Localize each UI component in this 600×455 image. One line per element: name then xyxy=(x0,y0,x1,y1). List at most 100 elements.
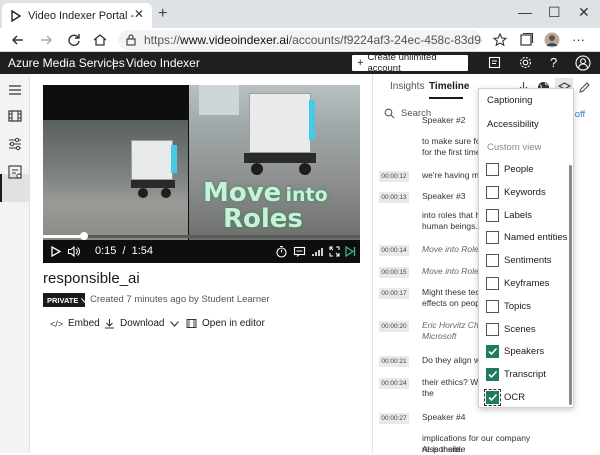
option-label[interactable]: Speakers xyxy=(504,346,544,357)
play-icon[interactable] xyxy=(49,245,62,258)
progress-track[interactable] xyxy=(43,235,360,238)
collections-icon[interactable] xyxy=(518,32,534,48)
embed-button[interactable]: </> Embed xyxy=(50,318,100,329)
timeline-timestamp[interactable]: 00:00:13 xyxy=(379,192,409,203)
chevron-down-icon xyxy=(81,297,89,303)
privacy-dropdown[interactable]: PRIVATE xyxy=(43,293,89,307)
robot-base xyxy=(131,180,175,188)
hamburger-menu-icon[interactable] xyxy=(7,82,23,98)
wheel xyxy=(299,163,311,175)
maximize-icon[interactable]: ☐ xyxy=(548,4,561,21)
browser-tab-bar: Video Indexer Portal - Cognitive ✕ + — ☐… xyxy=(0,0,600,28)
address-bar[interactable]: https://www.videoindexer.ai/accounts/f92… xyxy=(118,30,482,50)
time-separator: / xyxy=(122,245,126,257)
minimize-icon[interactable]: — xyxy=(518,4,532,20)
checkbox-ocr[interactable] xyxy=(484,389,501,406)
option-label[interactable]: Transcript xyxy=(504,369,546,380)
fullscreen-icon[interactable] xyxy=(328,245,341,258)
refresh-icon[interactable] xyxy=(66,32,82,48)
checkbox-keyframes[interactable] xyxy=(486,277,499,290)
captions-icon[interactable] xyxy=(293,245,306,258)
option-label[interactable]: Sentiments xyxy=(504,255,552,266)
video-overlay-text: Move into Roles xyxy=(203,180,328,232)
browser-tab-title: Video Indexer Portal - Cognitive xyxy=(28,9,136,22)
timeline-timestamp[interactable]: 00:00:27 xyxy=(379,413,409,424)
timeline-timestamp[interactable]: 00:00:21 xyxy=(379,356,409,367)
open-in-editor-button[interactable]: Open in editor xyxy=(186,318,265,329)
checkbox-scenes[interactable] xyxy=(486,322,499,336)
timeline-timestamp[interactable]: 00:00:20 xyxy=(379,321,409,332)
more-options-icon[interactable]: ··· xyxy=(572,32,588,48)
left-navigation xyxy=(0,74,30,453)
browser-tab[interactable]: Video Indexer Portal - Cognitive ✕ xyxy=(2,3,152,28)
timeline-entry-text: AI is there. xyxy=(422,444,463,454)
product-name[interactable]: Video Indexer xyxy=(126,56,200,70)
speed-timer-icon[interactable] xyxy=(275,245,288,258)
checkbox-keywords[interactable] xyxy=(486,185,499,199)
code-embed-icon: </> xyxy=(50,318,64,329)
user-account-icon[interactable] xyxy=(575,55,591,71)
checkbox-people[interactable] xyxy=(486,163,499,176)
create-account-label: Create unlimited account xyxy=(367,52,437,74)
content-model-customization-icon[interactable] xyxy=(7,136,23,152)
checkbox-sentiments[interactable] xyxy=(486,254,499,268)
tab-timeline[interactable]: Timeline xyxy=(429,81,469,92)
model-customization-icon[interactable] xyxy=(7,164,23,180)
background-window xyxy=(199,85,239,115)
browser-toolbar: https://www.videoindexer.ai/accounts/f92… xyxy=(0,28,600,52)
close-window-icon[interactable]: ✕ xyxy=(578,4,590,21)
media-files-icon[interactable] xyxy=(7,108,23,124)
profile-avatar[interactable] xyxy=(544,32,560,48)
overlay-word-roles: Roles xyxy=(223,204,303,234)
option-label[interactable]: Keyframes xyxy=(504,278,549,289)
option-label[interactable]: Topics xyxy=(504,301,531,312)
tab-insights[interactable]: Insights xyxy=(390,81,424,92)
checkbox-speakers[interactable] xyxy=(486,345,499,359)
timeline-timestamp[interactable]: 00:00:17 xyxy=(379,288,409,299)
robot-cart xyxy=(249,93,311,153)
settings-gear-icon[interactable] xyxy=(519,56,532,69)
video-indexer-favicon-icon xyxy=(10,9,22,22)
home-icon[interactable] xyxy=(92,32,108,48)
wheel xyxy=(161,188,171,198)
checkmark-icon xyxy=(488,348,498,356)
create-unlimited-account-button[interactable]: + Create unlimited account xyxy=(352,52,468,74)
quality-bars-icon[interactable] xyxy=(311,245,324,258)
option-label[interactable]: Keywords xyxy=(504,187,546,198)
forward-icon[interactable] xyxy=(38,32,54,48)
timeline-timestamp[interactable]: 00:00:15 xyxy=(379,267,409,278)
option-label[interactable]: People xyxy=(504,164,534,175)
option-label[interactable]: OCR xyxy=(504,392,525,403)
option-label[interactable]: Named entities xyxy=(504,232,567,243)
wheel xyxy=(251,163,263,175)
menu-item-captioning[interactable]: Captioning xyxy=(487,95,532,106)
app-header: Azure Media Services | Video Indexer + C… xyxy=(0,52,600,74)
timeline-timestamp[interactable]: 00:00:14 xyxy=(379,245,409,256)
option-label[interactable]: Scenes xyxy=(504,324,536,335)
checkbox-named-entities[interactable] xyxy=(486,231,499,245)
download-button[interactable]: Download xyxy=(104,318,180,329)
checkbox-topics[interactable] xyxy=(486,299,499,313)
close-tab-icon[interactable]: ✕ xyxy=(134,7,144,21)
timeline-entry-text: Speaker #4 xyxy=(422,412,466,422)
edit-pencil-icon[interactable] xyxy=(578,81,591,94)
brand-name: Azure Media Services xyxy=(8,56,125,70)
back-icon[interactable] xyxy=(10,32,26,48)
created-info: Created 7 minutes ago by Student Learner xyxy=(90,294,270,305)
new-tab-icon[interactable]: + xyxy=(158,5,167,23)
volume-icon[interactable] xyxy=(67,245,80,258)
checkbox-transcript[interactable] xyxy=(486,368,499,382)
timeline-timestamp[interactable]: 00:00:24 xyxy=(379,378,409,389)
favorites-star-icon[interactable] xyxy=(492,32,508,48)
menu-item-accessibility[interactable]: Accessibility xyxy=(487,119,539,130)
robot-cart xyxy=(131,140,173,180)
skip-next-icon[interactable] xyxy=(344,245,357,258)
plus-icon: + xyxy=(357,57,364,69)
notifications-icon[interactable] xyxy=(488,56,501,69)
video-player[interactable]: Move into Roles 0:15 / 1:54 xyxy=(43,85,360,263)
help-icon[interactable]: ? xyxy=(550,55,557,70)
option-label[interactable]: Labels xyxy=(504,210,532,221)
timeline-timestamp[interactable]: 00:00:12 xyxy=(379,171,409,182)
menu-scrollbar[interactable] xyxy=(569,165,572,405)
checkbox-labels[interactable] xyxy=(486,208,499,222)
